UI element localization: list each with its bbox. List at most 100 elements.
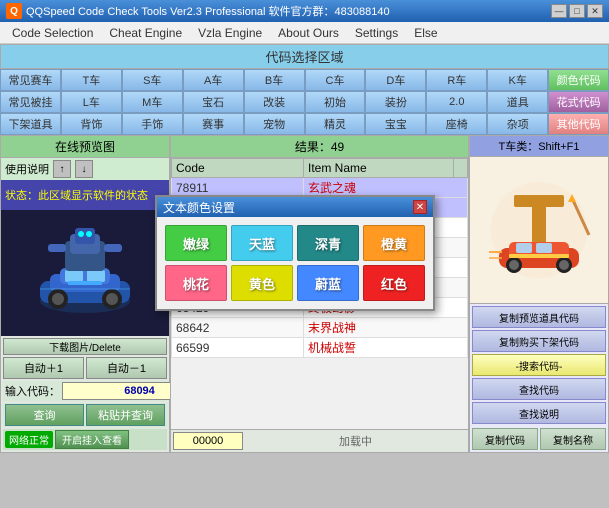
right-panel: T车类：Shift+F1 bbox=[469, 135, 609, 453]
color-cell-3[interactable]: 橙黄 bbox=[363, 225, 425, 261]
app-icon: Q bbox=[6, 3, 22, 19]
bottom-copy-row: 复制代码 复制名称 bbox=[470, 426, 608, 452]
btn-common-cars[interactable]: 常见赛车 bbox=[0, 69, 61, 91]
btn-modification[interactable]: 改装 bbox=[244, 91, 305, 113]
menu-else[interactable]: Else bbox=[406, 23, 445, 43]
menu-cheat-engine[interactable]: Cheat Engine bbox=[101, 23, 190, 43]
right-panel-header: T车类：Shift+F1 bbox=[470, 136, 608, 157]
dialog-title-bar: 文本颜色设置 ✕ bbox=[157, 197, 433, 217]
color-cell-1[interactable]: 天蓝 bbox=[231, 225, 293, 261]
btn-gem[interactable]: 宝石 bbox=[183, 91, 244, 113]
loading-label: 加载中 bbox=[245, 433, 466, 449]
input-code-label: 输入代码： bbox=[5, 383, 60, 399]
btn-back-deco[interactable]: 背饰 bbox=[61, 113, 122, 135]
menu-vzla-engine[interactable]: Vzla Engine bbox=[190, 23, 270, 43]
btn-m-car[interactable]: M车 bbox=[122, 91, 183, 113]
result-count-label: 结果：49 bbox=[295, 138, 344, 155]
btn-c-car[interactable]: C车 bbox=[305, 69, 366, 91]
btn-2point0[interactable]: 2.0 bbox=[426, 91, 487, 113]
find-code-button[interactable]: 查找代码 bbox=[472, 378, 606, 400]
app-title: QQSpeed Code Check Tools Ver2.3 Professi… bbox=[26, 3, 390, 19]
dialog-close-button[interactable]: ✕ bbox=[413, 200, 427, 214]
btn-spirit[interactable]: 精灵 bbox=[305, 113, 366, 135]
btn-k-car[interactable]: K车 bbox=[487, 69, 548, 91]
btn-s-car[interactable]: S车 bbox=[122, 69, 183, 91]
btn-hand-deco[interactable]: 手饰 bbox=[122, 113, 183, 135]
color-grid: 嫩绿天蓝深青橙黄桃花黄色蔚蓝红色 bbox=[157, 217, 433, 309]
left-panel-buttons: 下载图片/Delete 自动＋1 自动－1 输入代码： 查询 粘贴并查询 网络正… bbox=[1, 336, 169, 452]
minimize-button[interactable]: — bbox=[551, 4, 567, 18]
btn-pet[interactable]: 宠物 bbox=[244, 113, 305, 135]
color-cell-5[interactable]: 黄色 bbox=[231, 265, 293, 301]
menu-about-ours[interactable]: About Ours bbox=[270, 23, 347, 43]
t-car-image bbox=[484, 180, 594, 280]
btn-other-code[interactable]: 其他代码 bbox=[548, 113, 609, 135]
left-panel-header: 在线预览图 bbox=[1, 136, 169, 158]
maximize-button[interactable]: □ bbox=[569, 4, 585, 18]
car-image-area bbox=[1, 210, 169, 336]
btn-r-car[interactable]: R车 bbox=[426, 69, 487, 91]
paste-query-button[interactable]: 粘贴并查询 bbox=[86, 404, 165, 426]
btn-common-hang[interactable]: 常见被挂 bbox=[0, 91, 61, 113]
right-panel-buttons: 复制预览道具代码 复制购买下架代码 -搜索代码- 查找代码 查找说明 bbox=[470, 304, 608, 426]
menu-bar: Code Selection Cheat Engine Vzla Engine … bbox=[0, 22, 609, 44]
auto-minus-button[interactable]: 自动－1 bbox=[86, 357, 167, 379]
copy-preview-code-button[interactable]: 复制预览道具代码 bbox=[472, 306, 606, 328]
color-cell-2[interactable]: 深青 bbox=[297, 225, 359, 261]
code-row-1: 常见赛车 T车 S车 A车 B车 C车 D车 R车 K车 颜色代码 bbox=[0, 69, 609, 91]
btn-t-car[interactable]: T车 bbox=[61, 69, 122, 91]
btn-props[interactable]: 道具 bbox=[487, 91, 548, 113]
menu-settings[interactable]: Settings bbox=[347, 23, 406, 43]
code-row-2: 常见被挂 L车 M车 宝石 改装 初始 装扮 2.0 道具 花式代码 bbox=[0, 91, 609, 113]
btn-baby[interactable]: 宝宝 bbox=[365, 113, 426, 135]
window-controls: — □ ✕ bbox=[551, 4, 603, 18]
find-desc-button[interactable]: 查找说明 bbox=[472, 402, 606, 424]
code-area-header: 代码选择区域 bbox=[0, 44, 609, 69]
robot-car-image bbox=[20, 226, 150, 321]
dialog-title: 文本颜色设置 bbox=[163, 199, 235, 216]
btn-misc[interactable]: 杂项 bbox=[487, 113, 548, 135]
copy-name-button[interactable]: 复制名称 bbox=[540, 428, 606, 450]
copy-buy-delisted-button[interactable]: 复制购买下架代码 bbox=[472, 330, 606, 352]
open-insert-button[interactable]: 开启挂入查看 bbox=[55, 430, 129, 449]
table-row[interactable]: 66599机械战誓 bbox=[172, 338, 468, 358]
usage-label: 使用说明 bbox=[5, 161, 49, 177]
left-panel: 在线预览图 使用说明 ↑ ↓ 状态：此区域显示软件的状态 bbox=[0, 135, 170, 453]
btn-race-event[interactable]: 赛事 bbox=[183, 113, 244, 135]
close-button[interactable]: ✕ bbox=[587, 4, 603, 18]
copy-code-button[interactable]: 复制代码 bbox=[472, 428, 538, 450]
code-row-3: 下架道具 背饰 手饰 赛事 宠物 精灵 宝宝 座椅 杂项 其他代码 bbox=[0, 113, 609, 135]
usage-row: 使用说明 ↑ ↓ bbox=[1, 158, 169, 180]
btn-d-car[interactable]: D车 bbox=[365, 69, 426, 91]
color-cell-6[interactable]: 蔚蓝 bbox=[297, 265, 359, 301]
search-code-button[interactable]: -搜索代码- bbox=[472, 354, 606, 376]
title-bar: Q QQSpeed Code Check Tools Ver2.3 Profes… bbox=[0, 0, 609, 22]
color-cell-4[interactable]: 桃花 bbox=[165, 265, 227, 301]
color-cell-7[interactable]: 红色 bbox=[363, 265, 425, 301]
result-header: 结果：49 bbox=[171, 136, 468, 158]
btn-fancy-code[interactable]: 花式代码 bbox=[548, 91, 609, 113]
btn-a-car[interactable]: A车 bbox=[183, 69, 244, 91]
table-row[interactable]: 68642末界战神 bbox=[172, 318, 468, 338]
btn-seat[interactable]: 座椅 bbox=[426, 113, 487, 135]
btn-initial[interactable]: 初始 bbox=[305, 91, 366, 113]
query-button[interactable]: 查询 bbox=[5, 404, 84, 426]
btn-costume[interactable]: 装扮 bbox=[365, 91, 426, 113]
menu-code-selection[interactable]: Code Selection bbox=[4, 23, 101, 43]
btn-delisted-props[interactable]: 下架道具 bbox=[0, 113, 61, 135]
arrow-down-button[interactable]: ↓ bbox=[75, 160, 93, 178]
address-input[interactable] bbox=[173, 432, 243, 450]
t-car-image-area bbox=[470, 157, 608, 304]
download-delete-button[interactable]: 下载图片/Delete bbox=[3, 338, 167, 355]
arrow-up-button[interactable]: ↑ bbox=[53, 160, 71, 178]
col-header-name: Item Name bbox=[304, 159, 454, 178]
btn-color-code[interactable]: 颜色代码 bbox=[548, 69, 609, 91]
auto-plus-button[interactable]: 自动＋1 bbox=[3, 357, 84, 379]
btn-b-car[interactable]: B车 bbox=[244, 69, 305, 91]
left-status-bar: 网络正常 开启挂入查看 bbox=[3, 429, 167, 450]
btn-l-car[interactable]: L车 bbox=[61, 91, 122, 113]
color-cell-0[interactable]: 嫩绿 bbox=[165, 225, 227, 261]
col-header-code: Code bbox=[172, 159, 304, 178]
bottom-input-row: 加载中 bbox=[171, 429, 468, 452]
network-status-badge: 网络正常 bbox=[5, 431, 53, 448]
